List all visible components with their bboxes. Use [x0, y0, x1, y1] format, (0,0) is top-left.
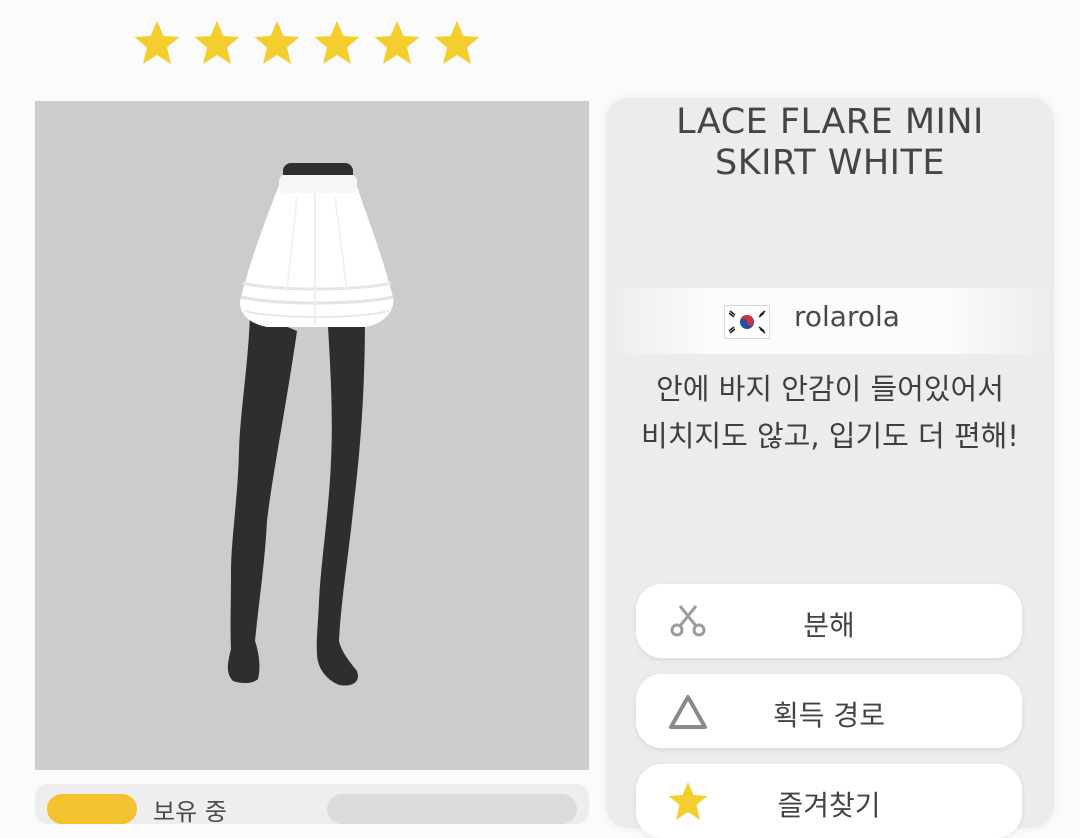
favorite-button[interactable]: 즐겨찾기: [636, 764, 1022, 838]
ownership-bar: 보유 중: [35, 784, 589, 826]
acquire-route-label: 획득 경로: [773, 699, 885, 732]
star-icon: [314, 21, 360, 64]
star-icon: [434, 21, 480, 64]
star-icon: [254, 21, 300, 64]
disassemble-button[interactable]: 분해: [636, 584, 1022, 658]
creator-name: rolarola: [794, 300, 900, 333]
item-title-line2: SKIRT WHITE: [714, 143, 945, 183]
item-title: LACE FLARE MINI SKIRT WHITE: [606, 102, 1054, 184]
count-pill[interactable]: [327, 794, 577, 824]
item-preview[interactable]: [35, 101, 589, 770]
description-line2: 비치지도 않고, 입기도 더 편해!: [641, 419, 1019, 453]
star-icon: [134, 21, 180, 64]
star-icon: [194, 21, 240, 64]
item-title-line1: LACE FLARE MINI: [676, 102, 984, 142]
disassemble-label: 분해: [803, 609, 855, 642]
item-description: 안에 바지 안감이 들어있어서 비치지도 않고, 입기도 더 편해!: [616, 366, 1044, 460]
mannequin-with-skirt-image: [227, 163, 394, 686]
description-line1: 안에 바지 안감이 들어있어서: [656, 372, 1004, 406]
creator-row[interactable]: rolarola: [606, 288, 1054, 354]
star-icon: [374, 21, 420, 64]
item-info-panel: LACE FLARE MINI SKIRT WHITE rolarola 안에 …: [606, 98, 1054, 838]
rating-stars: [132, 18, 482, 68]
owned-badge: [47, 794, 137, 824]
favorite-label: 즐겨찾기: [777, 789, 881, 822]
acquire-route-button[interactable]: 획득 경로: [636, 674, 1022, 748]
south-korea-flag-icon: [724, 305, 770, 339]
